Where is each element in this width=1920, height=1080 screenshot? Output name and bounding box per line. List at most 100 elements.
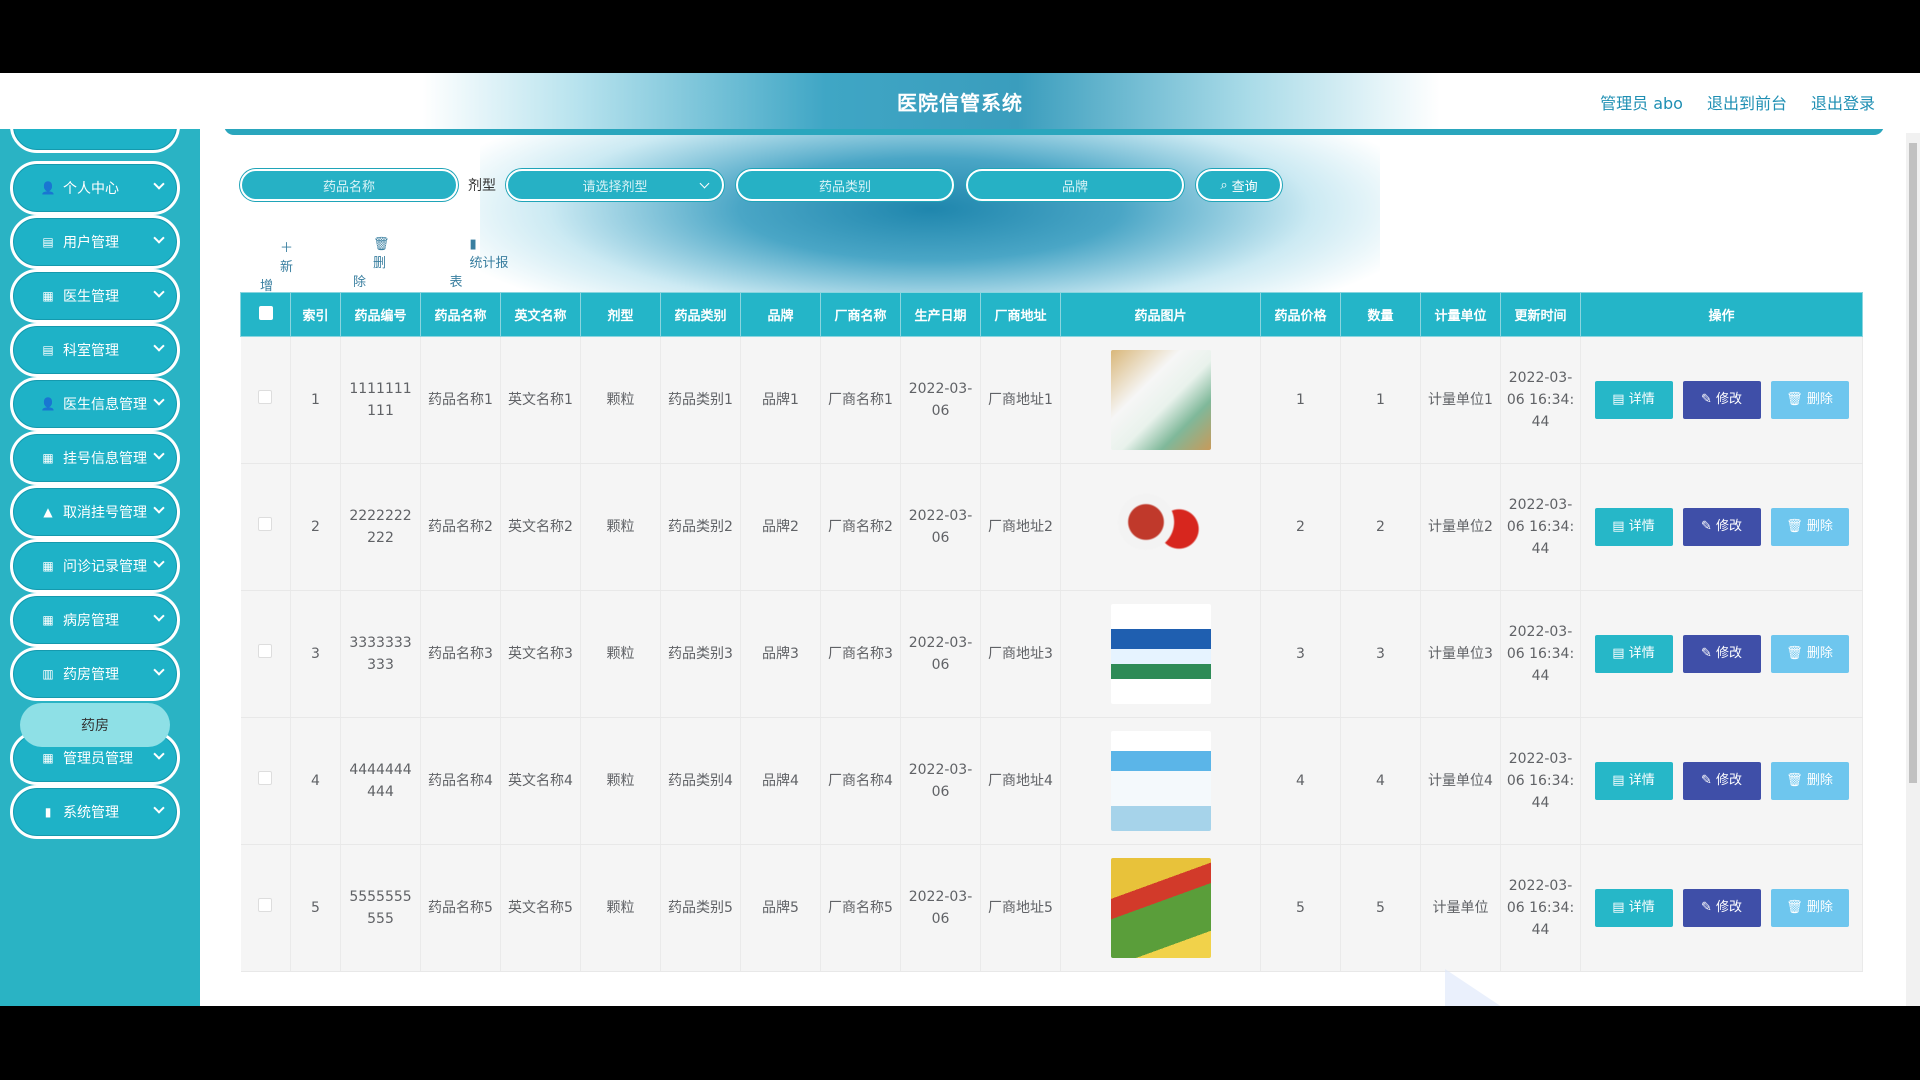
delete-row-button[interactable]: 🗑 删除 <box>1770 508 1849 546</box>
row-checkbox[interactable] <box>258 390 273 404</box>
delete-row-button[interactable]: 🗑 删除 <box>1770 762 1849 800</box>
delete-row-label: 删除 <box>1806 646 1833 661</box>
add-button[interactable]: ＋ 新增 <box>260 237 313 294</box>
select-all-cell[interactable] <box>240 292 291 337</box>
detail-button[interactable]: ▤ 详情 <box>1594 889 1673 927</box>
edit-button[interactable]: ✎ 修改 <box>1682 635 1761 673</box>
row-select-cell[interactable] <box>240 844 291 972</box>
row-select-cell[interactable] <box>240 717 291 845</box>
edit-button[interactable]: ✎ 修改 <box>1682 762 1761 800</box>
chevron-down-icon <box>699 178 710 189</box>
sidebar-item-5[interactable]: 👤 医生信息管理 <box>10 377 180 431</box>
logout-link[interactable]: 退出登录 <box>1811 90 1875 114</box>
cell-code: 4444444444 <box>340 717 421 845</box>
cell-form: 颗粒 <box>580 590 661 718</box>
detail-label: 详情 <box>1628 519 1655 534</box>
column-header: 厂商名称 <box>820 292 901 337</box>
drug-image <box>1110 858 1211 958</box>
row-checkbox[interactable] <box>258 644 273 658</box>
brand-input[interactable]: 品牌 <box>966 169 1184 201</box>
delete-row-button[interactable]: 🗑 删除 <box>1770 635 1849 673</box>
cell-actions: ▤ 详情 ✎ 修改 🗑 删除 <box>1580 844 1863 972</box>
drug-name-placeholder: 药品名称 <box>322 179 375 195</box>
sidebar-item-9[interactable]: ▦ 病房管理 <box>10 593 180 647</box>
cell-unit: 计量单位 <box>1420 844 1501 972</box>
row-select-cell[interactable] <box>240 463 291 591</box>
grid-icon: ▦ <box>42 451 54 465</box>
query-button[interactable]: ⌕ 查询 <box>1196 169 1282 201</box>
report-button[interactable]: ▮ 统计报表 <box>450 237 510 294</box>
cell-name: 药品名称5 <box>420 844 501 972</box>
table-row[interactable]: 5 5555555555 药品名称5 英文名称5 颗粒 药品类别5 品牌5 厂商名称5 2022… <box>240 844 1863 972</box>
detail-button[interactable]: ▤ 详情 <box>1594 508 1673 546</box>
chevron-down-icon <box>153 556 165 568</box>
table-row[interactable]: 4 4444444444 药品名称4 英文名称4 颗粒 药品类别4 品牌4 厂商名称4 2022… <box>240 717 1863 845</box>
chevron-down-icon <box>153 286 165 298</box>
current-user[interactable]: 管理员 abo <box>1600 90 1683 114</box>
delete-row-button[interactable]: 🗑 删除 <box>1770 381 1849 419</box>
table-row[interactable]: 2 2222222222 药品名称2 英文名称2 颗粒 药品类别2 品牌2 厂商名称2 2022… <box>240 463 1863 591</box>
grid-icon: ▦ <box>42 613 54 627</box>
row-checkbox[interactable] <box>258 898 273 912</box>
chevron-down-icon <box>153 610 165 622</box>
cell-en: 英文名称4 <box>500 717 581 845</box>
detail-button[interactable]: ▤ 详情 <box>1594 762 1673 800</box>
select-all-checkbox[interactable] <box>258 305 273 320</box>
sidebar-item-label: 系统管理 <box>63 805 119 821</box>
sidebar-item-hidden[interactable] <box>10 129 180 153</box>
cell-date: 2022-03-06 <box>900 844 981 972</box>
form-select[interactable]: 请选择剂型 <box>506 169 724 201</box>
table-row[interactable]: 3 3333333333 药品名称3 英文名称3 颗粒 药品类别3 品牌3 厂商名称3 2022… <box>240 590 1863 718</box>
drug-image <box>1110 350 1211 450</box>
table-row[interactable]: 1 1111111111 药品名称1 英文名称1 颗粒 药品类别1 品牌1 厂商名称1 2022… <box>240 336 1863 464</box>
column-header: 索引 <box>290 292 341 337</box>
sidebar-item-4[interactable]: ▤ 科室管理 <box>10 323 180 377</box>
row-select-cell[interactable] <box>240 590 291 718</box>
sidebar-item-7[interactable]: ▲ 取消挂号管理 <box>10 485 180 539</box>
cell-cat: 药品类别5 <box>660 844 741 972</box>
sidebar-subitem-pharmacy[interactable]: 药房 <box>20 703 170 747</box>
detail-button[interactable]: ▤ 详情 <box>1594 635 1673 673</box>
sidebar-item-label: 用户管理 <box>63 235 119 251</box>
brand-placeholder: 品牌 <box>1061 179 1088 195</box>
delete-row-button[interactable]: 🗑 删除 <box>1770 889 1849 927</box>
sidebar: 👤 个人中心 ▤ 用户管理 ▦ 医生管理 ▤ 科室管理 👤 医生信息管理 ▦ 挂号信息管理 ▲ 取消挂号管… <box>0 129 200 1006</box>
sidebar-item-8[interactable]: ▦ 问诊记录管理 <box>10 539 180 593</box>
main-content: 药品名称 剂型 请选择剂型 药品类别 品牌 ⌕ 查询 ＋ 新增 🗑 删除 ▮ 统… <box>200 129 1900 1006</box>
cell-image <box>1060 844 1261 972</box>
scrollbar-thumb[interactable] <box>1909 143 1917 783</box>
watermark: eV剪辑 <box>1589 974 1800 1006</box>
cell-name: 药品名称2 <box>420 463 501 591</box>
sidebar-item-2[interactable]: ▤ 用户管理 <box>10 215 180 269</box>
cell-brand: 品牌2 <box>740 463 821 591</box>
cell-en: 英文名称5 <box>500 844 581 972</box>
edit-button[interactable]: ✎ 修改 <box>1682 381 1761 419</box>
cell-maker: 厂商名称5 <box>820 844 901 972</box>
cell-idx: 1 <box>290 336 341 464</box>
category-input[interactable]: 药品类别 <box>736 169 954 201</box>
chevron-down-icon <box>153 394 165 406</box>
detail-button[interactable]: ▤ 详情 <box>1594 381 1673 419</box>
scrollbar[interactable] <box>1906 133 1920 1006</box>
column-header: 药品编号 <box>340 292 421 337</box>
chevron-down-icon <box>153 748 165 760</box>
drug-name-input[interactable]: 药品名称 <box>240 169 458 201</box>
edit-button[interactable]: ✎ 修改 <box>1682 889 1761 927</box>
row-checkbox[interactable] <box>258 771 273 785</box>
sidebar-item-12[interactable]: ▮ 系统管理 <box>10 785 180 839</box>
drug-table: 索引 药品编号 药品名称 英文名称 剂型 药品类别 品牌 厂商名称 生产日期 厂商地址 药品图片 药品… <box>240 292 1863 972</box>
edit-button[interactable]: ✎ 修改 <box>1682 508 1761 546</box>
cell-qty: 4 <box>1340 717 1421 845</box>
to-front-link[interactable]: 退出到前台 <box>1707 90 1787 114</box>
row-checkbox[interactable] <box>258 517 273 531</box>
book-icon: ▥ <box>42 667 54 681</box>
column-header: 更新时间 <box>1500 292 1581 337</box>
sidebar-item-6[interactable]: ▦ 挂号信息管理 <box>10 431 180 485</box>
delete-button[interactable]: 🗑 删除 <box>353 237 410 294</box>
sidebar-item-10[interactable]: ▥ 药房管理 <box>10 647 180 701</box>
row-select-cell[interactable] <box>240 336 291 464</box>
sidebar-item-1[interactable]: 👤 个人中心 <box>10 161 180 215</box>
delete-row-label: 删除 <box>1806 392 1833 407</box>
sidebar-item-3[interactable]: ▦ 医生管理 <box>10 269 180 323</box>
cell-price: 2 <box>1260 463 1341 591</box>
